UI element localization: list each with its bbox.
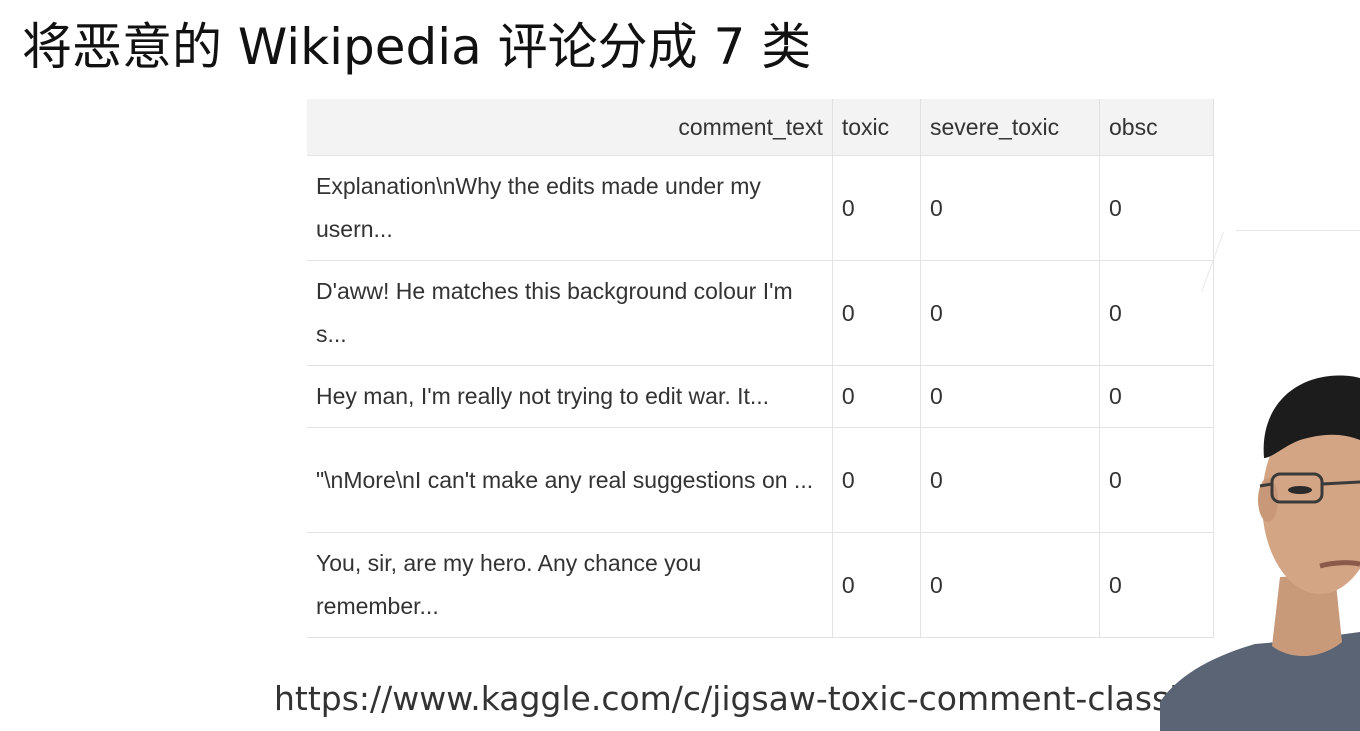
table-row: Hey man, I'm really not trying to edit w… <box>307 365 1214 428</box>
glasses-bridge <box>1321 480 1360 486</box>
cell-comment-text: Hey man, I'm really not trying to edit w… <box>307 365 833 428</box>
column-header-severe-toxic: severe_toxic <box>920 99 1100 156</box>
table-row: Explanation\nWhy the edits made under my… <box>307 155 1214 261</box>
cell-toxic: 0 <box>832 532 922 638</box>
table-row: D'aww! He matches this background colour… <box>307 260 1214 366</box>
decorative-line <box>1236 230 1360 231</box>
cell-comment-text: "\nMore\nI can't make any real suggestio… <box>307 427 833 533</box>
table-header-row: comment_text toxic severe_toxic obsc <box>307 99 1214 156</box>
table-row: You, sir, are my hero. Any chance you re… <box>307 532 1214 638</box>
slide-title: 将恶意的 Wikipedia 评论分成 7 类 <box>22 18 812 76</box>
cell-toxic: 0 <box>832 365 922 428</box>
cell-severe-toxic: 0 <box>920 155 1100 261</box>
dataframe-table-container: comment_text toxic severe_toxic obsc Exp… <box>307 99 1214 644</box>
cell-comment-text: You, sir, are my hero. Any chance you re… <box>307 532 833 638</box>
cell-comment-text: D'aww! He matches this background colour… <box>307 260 833 366</box>
cell-obscene: 0 <box>1099 155 1214 261</box>
table-row: "\nMore\nI can't make any real suggestio… <box>307 427 1214 533</box>
cell-toxic: 0 <box>832 155 922 261</box>
glasses-arm <box>1259 482 1273 488</box>
cell-toxic: 0 <box>832 260 922 366</box>
cell-toxic: 0 <box>832 427 922 533</box>
column-header-toxic: toxic <box>832 99 922 156</box>
presenter-webcam-overlay <box>1160 375 1360 731</box>
source-url: https://www.kaggle.com/c/jigsaw-toxic-co… <box>274 679 1301 718</box>
column-header-comment-text: comment_text <box>307 99 833 156</box>
cell-comment-text: Explanation\nWhy the edits made under my… <box>307 155 833 261</box>
slide: 将恶意的 Wikipedia 评论分成 7 类 comment_text tox… <box>0 0 1360 731</box>
dataframe-table: comment_text toxic severe_toxic obsc Exp… <box>307 99 1214 638</box>
cell-severe-toxic: 0 <box>920 427 1100 533</box>
cell-obscene: 0 <box>1099 260 1214 366</box>
eye-shape <box>1288 486 1312 494</box>
cell-severe-toxic: 0 <box>920 365 1100 428</box>
column-header-obscene: obsc <box>1099 99 1214 156</box>
cell-severe-toxic: 0 <box>920 260 1100 366</box>
cell-severe-toxic: 0 <box>920 532 1100 638</box>
